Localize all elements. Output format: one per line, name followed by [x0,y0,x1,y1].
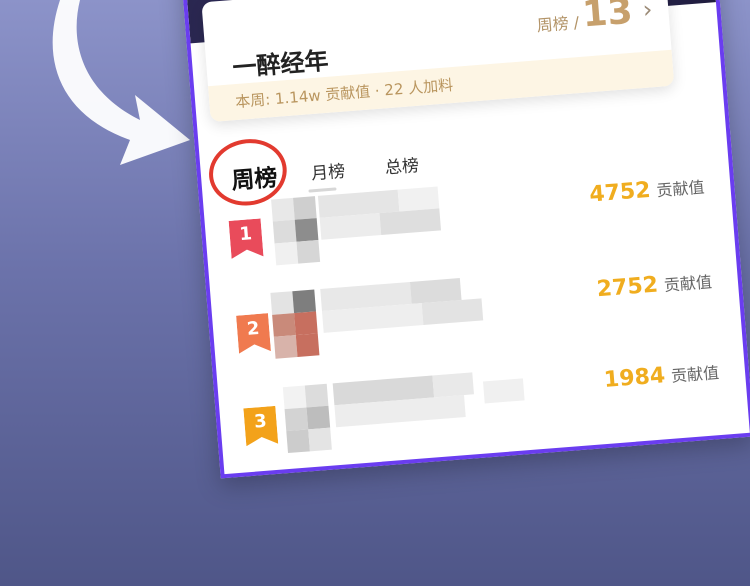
tab-weekly[interactable]: 周榜 [230,158,279,196]
rank-badge: 1 [228,218,264,259]
rank-badge: 2 [236,313,271,354]
score: 2752 贡献值 [595,272,713,303]
rank-label: 周榜 / [536,12,580,36]
score: 4752 贡献值 [588,177,706,208]
rank-number: 13 [580,0,635,36]
tab-underline [308,187,337,193]
tab-monthly[interactable]: 月榜 [310,157,345,185]
rank-badge: 3 [243,405,279,447]
ranking-card[interactable]: 一醉经年 周榜 / 13 › 本周: 1.14w 贡献值 · 22 人加料 [201,0,675,123]
chevron-right-icon[interactable]: › [642,0,654,24]
tab-total[interactable]: 总榜 [384,151,419,179]
phone-screenshot: 一醉经年 周榜 / 13 › 本周: 1.14w 贡献值 · 22 人加料 周榜… [180,0,750,479]
